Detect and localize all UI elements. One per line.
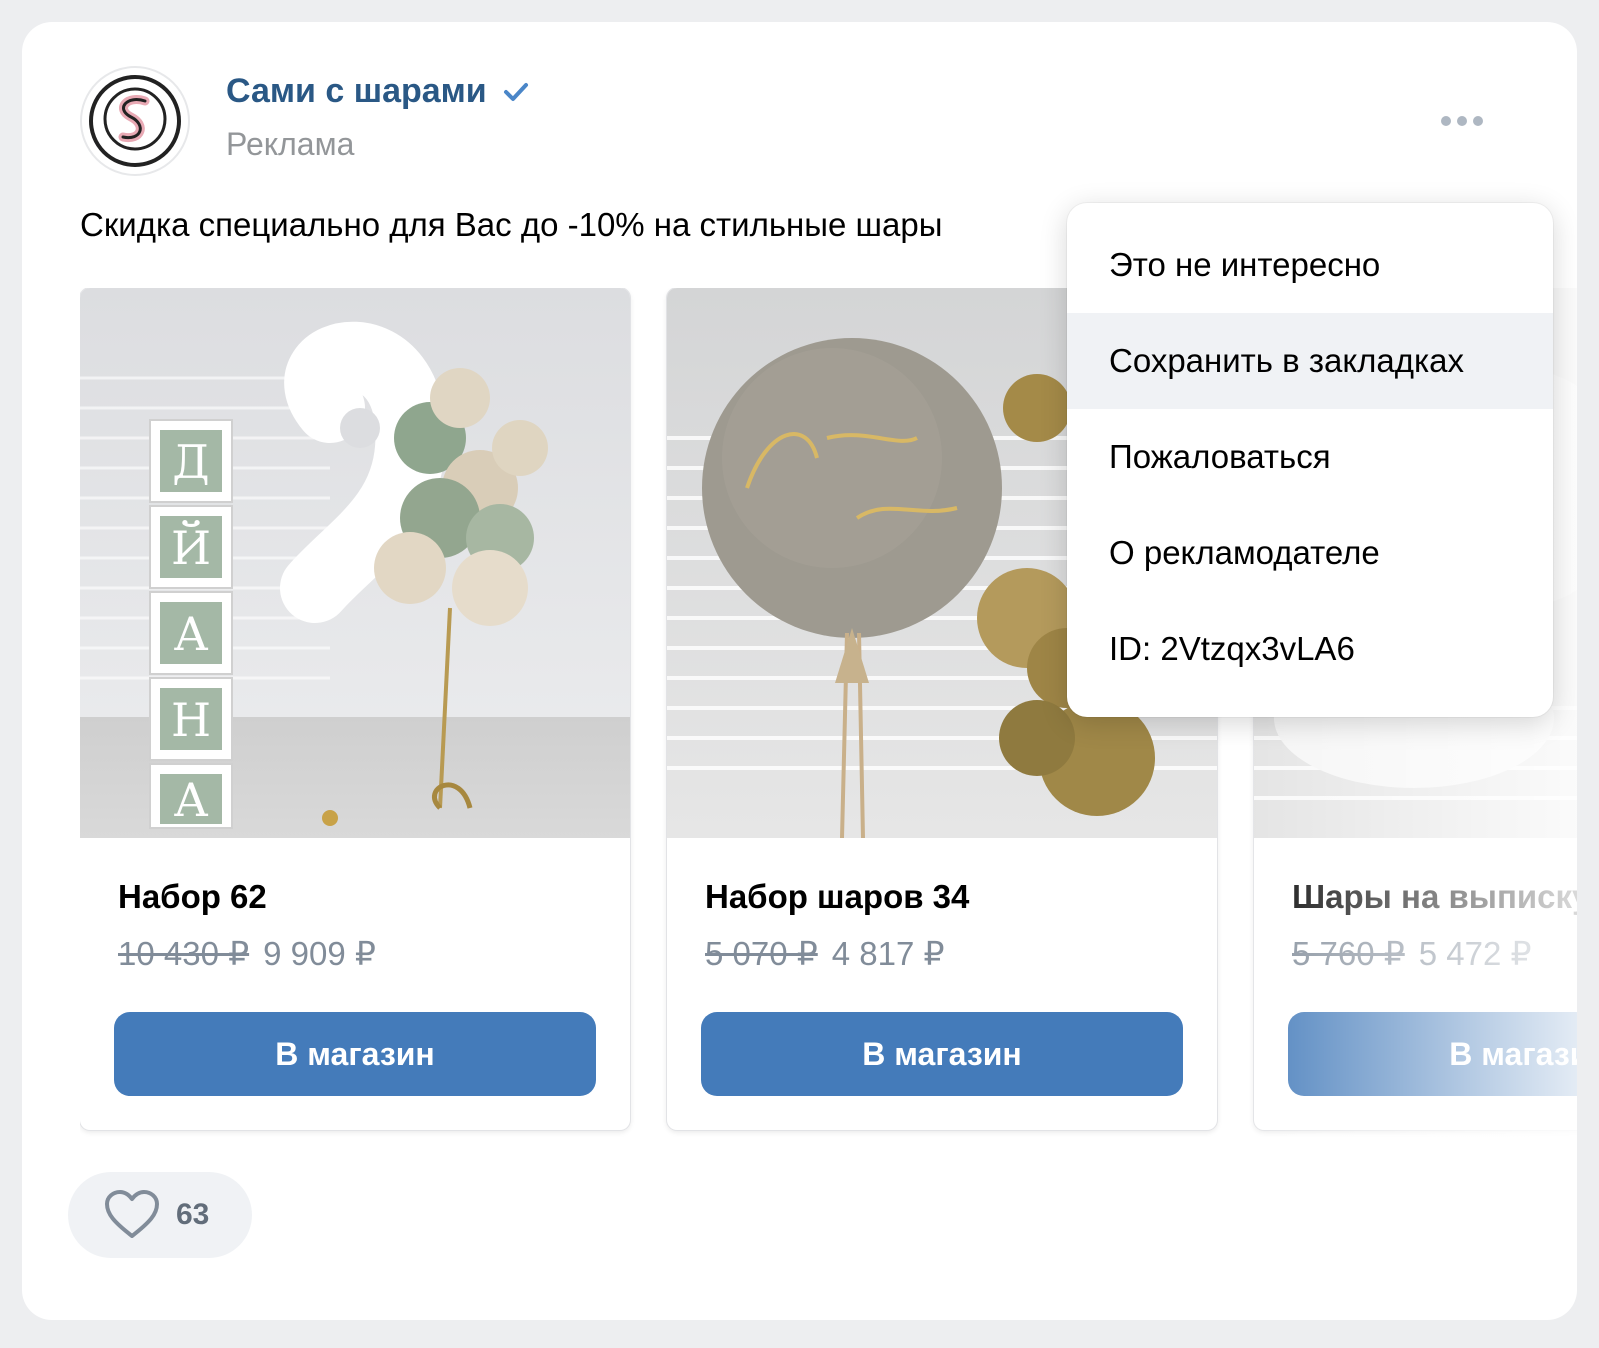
current-price: 9 909 ₽ [263, 935, 376, 972]
current-price: 5 472 ₽ [1418, 935, 1532, 972]
product-price: 5 070 ₽ 4 817 ₽ [705, 934, 945, 973]
more-options-icon[interactable] [1432, 106, 1492, 136]
shop-button[interactable]: В магазин [701, 1012, 1183, 1096]
old-price: 10 430 ₽ [118, 935, 250, 972]
author-name-text[interactable]: Сами с шарами [226, 72, 487, 111]
svg-text:А: А [174, 607, 209, 661]
post-text: Скидка специально для Вас до -10% на сти… [80, 206, 943, 243]
current-price: 4 817 ₽ [831, 935, 945, 972]
menu-item-ad-id[interactable]: ID: 2Vtzqx3vLA6 [1067, 601, 1553, 697]
product-price: 5 760 ₽ 5 472 ₽ [1292, 934, 1532, 973]
like-button[interactable]: 63 [68, 1172, 252, 1258]
product-price: 10 430 ₽ 9 909 ₽ [118, 934, 376, 973]
shop-button[interactable]: В магазин [114, 1012, 596, 1096]
product-title[interactable]: Шары на выписку [1292, 878, 1577, 916]
menu-item-about-advertiser[interactable]: О рекламодателе [1067, 505, 1553, 601]
author-avatar[interactable] [80, 66, 190, 176]
product-title[interactable]: Набор 62 [118, 878, 267, 916]
svg-text:Н: Н [171, 693, 211, 747]
svg-text:Д: Д [172, 435, 209, 489]
product-image[interactable]: Д Й А Н А [80, 288, 630, 838]
shop-button[interactable]: В магазин [1288, 1012, 1577, 1096]
heart-icon [105, 1190, 159, 1238]
old-price: 5 760 ₽ [1292, 935, 1405, 972]
ad-post: Сами с шарами Реклама Скидка специально … [22, 22, 1577, 1320]
product-title[interactable]: Набор шаров 34 [705, 878, 969, 916]
svg-text:Й: Й [171, 519, 211, 575]
verified-icon [503, 82, 528, 101]
product-card[interactable]: Д Й А Н А Набор 62 10 430 ₽ 9 909 ₽ В ма… [80, 288, 630, 1130]
ad-label: Реклама [226, 126, 355, 162]
menu-item-not-interested[interactable]: Это не интересно [1067, 217, 1553, 313]
svg-text:А: А [174, 773, 209, 827]
author-name[interactable]: Сами с шарами [226, 72, 531, 111]
menu-item-save-bookmark[interactable]: Сохранить в закладках [1067, 313, 1553, 409]
menu-item-report[interactable]: Пожаловаться [1067, 409, 1553, 505]
brand-logo-icon [89, 75, 181, 167]
old-price: 5 070 ₽ [705, 935, 818, 972]
like-count: 63 [176, 1198, 210, 1231]
post-options-menu: Это не интересно Сохранить в закладках П… [1067, 203, 1553, 717]
